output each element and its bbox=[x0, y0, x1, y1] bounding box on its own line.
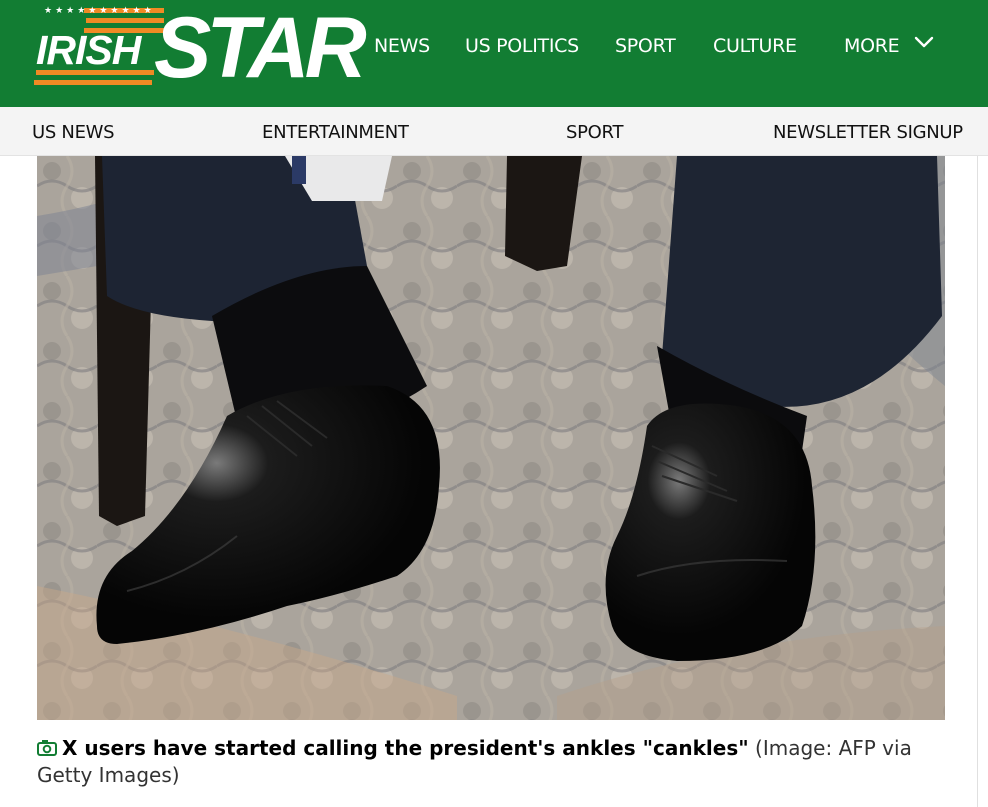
site-header: ★★★★★★★★★★ IRISH STAR NEWS US POLITICS S… bbox=[0, 0, 988, 107]
article-image[interactable] bbox=[37, 156, 945, 720]
camera-icon bbox=[37, 740, 57, 756]
nav-news[interactable]: NEWS bbox=[374, 35, 430, 57]
chevron-down-icon[interactable] bbox=[914, 34, 934, 50]
subnav-us-news[interactable]: US NEWS bbox=[32, 122, 115, 143]
nav-sport[interactable]: SPORT bbox=[615, 35, 676, 57]
logo-stars: ★★★★★★★★★★ bbox=[44, 6, 152, 15]
caption-text: X users have started calling the preside… bbox=[62, 736, 749, 760]
content-divider bbox=[977, 156, 978, 807]
logo-text-irish: IRISH bbox=[36, 27, 141, 73]
nav-us-politics[interactable]: US POLITICS bbox=[465, 35, 579, 57]
nav-culture[interactable]: CULTURE bbox=[713, 35, 797, 57]
subnav-newsletter-signup[interactable]: NEWSLETTER SIGNUP bbox=[773, 122, 963, 143]
subnav-entertainment[interactable]: ENTERTAINMENT bbox=[262, 122, 409, 143]
image-caption: X users have started calling the preside… bbox=[37, 735, 957, 789]
nav-more[interactable]: MORE bbox=[844, 35, 900, 57]
shoes-photo bbox=[37, 156, 945, 720]
secondary-navigation: US NEWS ENTERTAINMENT SPORT NEWSLETTER S… bbox=[0, 107, 988, 156]
irish-star-logo[interactable]: ★★★★★★★★★★ IRISH STAR bbox=[34, 0, 367, 96]
subnav-sport[interactable]: SPORT bbox=[566, 122, 623, 143]
logo-text-star: STAR bbox=[154, 0, 367, 96]
